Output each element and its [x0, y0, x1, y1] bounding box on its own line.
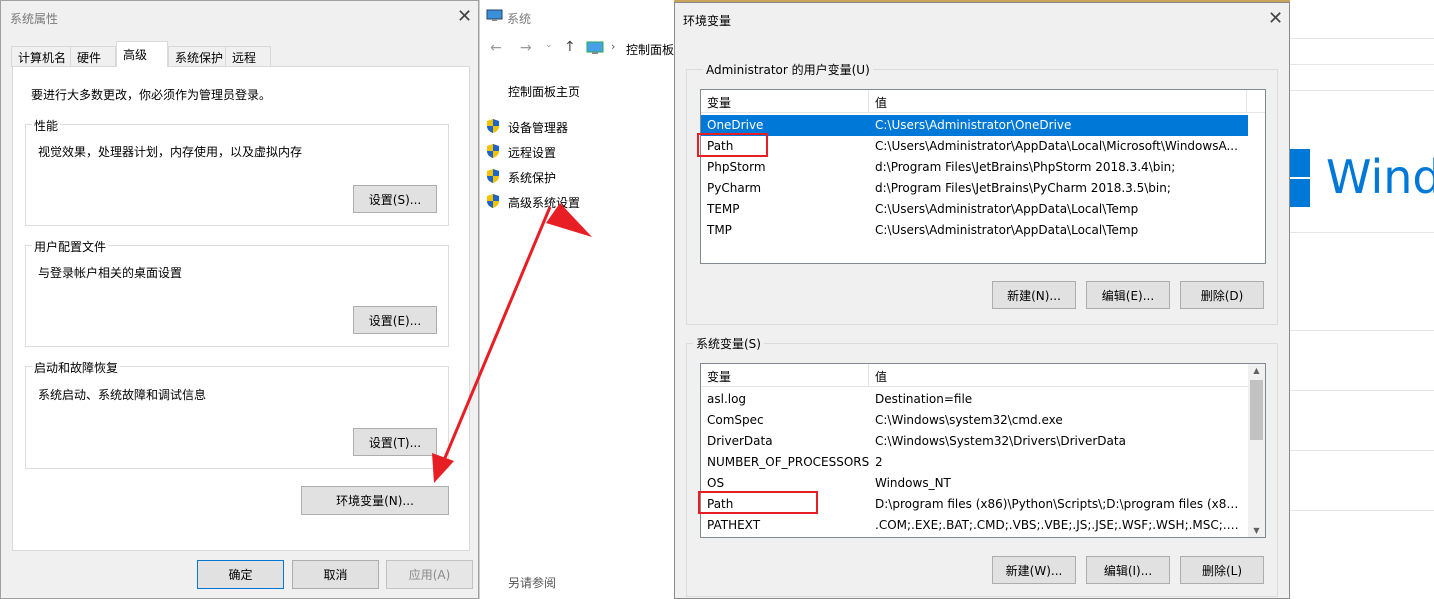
- forward-arrow-icon[interactable]: →: [520, 40, 532, 56]
- control-panel-home-link[interactable]: 控制面板主页: [508, 83, 580, 100]
- list-header: 变量 值: [701, 90, 1265, 113]
- remote-settings-link[interactable]: 远程设置: [508, 144, 556, 161]
- vertical-scrollbar[interactable]: ▲ ▼: [1248, 364, 1265, 537]
- ok-button[interactable]: 确定: [197, 560, 284, 589]
- value-column-header[interactable]: 值: [875, 94, 887, 111]
- list-item[interactable]: asl.log Destination=file: [701, 389, 1246, 410]
- system-edit-button[interactable]: 编辑(I)...: [1086, 556, 1170, 584]
- performance-group: 性能 视觉效果，处理器计划，内存使用，以及虚拟内存 设置(S)...: [25, 117, 449, 226]
- system-variables-group: 系统变量(S) 变量 值 asl.log Destination=file Com…: [686, 335, 1278, 597]
- environment-variables-button[interactable]: 环境变量(N)...: [301, 486, 449, 515]
- startup-recovery-group: 启动和故障恢复 系统启动、系统故障和调试信息 设置(T)...: [25, 359, 449, 469]
- system-info-background: Wind: [1284, 0, 1434, 599]
- user-delete-button[interactable]: 删除(D): [1180, 281, 1264, 309]
- performance-label: 性能: [32, 117, 61, 134]
- scroll-down-icon[interactable]: ▼: [1248, 526, 1265, 535]
- performance-desc: 视觉效果，处理器计划，内存使用，以及虚拟内存: [38, 145, 303, 159]
- shield-icon: [487, 169, 499, 183]
- tab-computer-name[interactable]: 计算机名: [11, 46, 71, 67]
- value-column-header[interactable]: 值: [875, 368, 887, 385]
- user-variables-label: Administrator 的用户变量(U): [703, 61, 873, 78]
- back-arrow-icon[interactable]: ←: [490, 40, 502, 56]
- arrow-head-down-icon: [432, 453, 454, 483]
- list-item[interactable]: Path C:\Users\Administrator\AppData\Local…: [701, 136, 1248, 157]
- system-properties-window: 系统属性 ✕ 计算机名 硬件 高级 系统保护 远程 要进行大多数更改，你必须作为…: [0, 0, 479, 599]
- tab-advanced[interactable]: 高级: [116, 41, 168, 67]
- user-profiles-desc: 与登录帐户相关的桌面设置: [38, 266, 183, 280]
- list-item[interactable]: OneDrive C:\Users\Administrator\OneDrive: [701, 115, 1248, 136]
- user-profiles-label: 用户配置文件: [32, 238, 109, 255]
- device-manager-link[interactable]: 设备管理器: [508, 119, 568, 136]
- tab-remote[interactable]: 远程: [225, 46, 271, 67]
- list-item[interactable]: TMP C:\Users\Administrator\AppData\Local\…: [701, 220, 1248, 241]
- list-item[interactable]: DriverData C:\Windows\System32\Drivers\Dr…: [701, 431, 1246, 452]
- system-new-button[interactable]: 新建(W)...: [992, 556, 1076, 584]
- startup-recovery-label: 启动和故障恢复: [32, 359, 121, 376]
- user-edit-button[interactable]: 编辑(E)...: [1086, 281, 1170, 309]
- window-title: 环境变量: [683, 14, 732, 28]
- shield-icon: [487, 144, 499, 158]
- user-new-button[interactable]: 新建(N)...: [992, 281, 1076, 309]
- window-title: 系统: [507, 12, 532, 26]
- system-protection-link[interactable]: 系统保护: [508, 169, 556, 186]
- list-item[interactable]: PATHEXT .COM;.EXE;.BAT;.CMD;.VBS;.VBE;.JS…: [701, 515, 1246, 536]
- close-icon[interactable]: ✕: [457, 8, 472, 26]
- control-panel-icon: [586, 41, 604, 55]
- startup-recovery-desc: 系统启动、系统故障和调试信息: [38, 388, 207, 402]
- cancel-button[interactable]: 取消: [292, 560, 379, 589]
- list-header: 变量 值: [701, 364, 1265, 387]
- breadcrumb-chevron-icon: ›: [611, 40, 616, 53]
- arrow-head-up-icon: [546, 203, 592, 237]
- user-path-highlight: [697, 133, 768, 157]
- system-delete-button[interactable]: 删除(L): [1180, 556, 1264, 584]
- user-variables-list[interactable]: 变量 值 OneDrive C:\Users\Administrator\OneD…: [700, 89, 1266, 264]
- apply-button[interactable]: 应用(A): [386, 560, 473, 589]
- scrollbar-thumb[interactable]: [1250, 380, 1263, 440]
- breadcrumb[interactable]: 控制面板: [626, 41, 674, 58]
- up-arrow-icon[interactable]: ↑: [564, 39, 576, 55]
- system-variables-label: 系统变量(S): [693, 335, 764, 352]
- user-profiles-group: 用户配置文件 与登录帐户相关的桌面设置 设置(E)...: [25, 238, 449, 347]
- window-title: 系统属性: [10, 12, 59, 26]
- annotation-arrows: [432, 203, 592, 483]
- list-item[interactable]: PyCharm d:\Program Files\JetBrains\PyChar…: [701, 178, 1248, 199]
- see-also-label: 另请参阅: [508, 576, 557, 590]
- scroll-up-icon[interactable]: ▲: [1248, 366, 1265, 375]
- list-item[interactable]: PhpStorm d:\Program Files\JetBrains\PhpSt…: [701, 157, 1248, 178]
- windows-logo-text: Wind: [1326, 150, 1434, 204]
- list-item[interactable]: ComSpec C:\Windows\system32\cmd.exe: [701, 410, 1246, 431]
- variable-column-header[interactable]: 变量: [707, 368, 731, 385]
- variable-column-header[interactable]: 变量: [707, 94, 731, 111]
- computer-icon: [486, 9, 503, 22]
- list-item[interactable]: NUMBER_OF_PROCESSORS 2: [701, 452, 1246, 473]
- admin-notice: 要进行大多数更改，你必须作为管理员登录。: [31, 88, 272, 102]
- recent-dropdown-icon[interactable]: ⌄: [545, 40, 553, 50]
- user-variables-group: Administrator 的用户变量(U) 变量 值 OneDrive C:\U…: [686, 61, 1278, 325]
- tab-hardware[interactable]: 硬件: [70, 46, 116, 67]
- shield-icon: [487, 119, 499, 133]
- arrow-line-to-env-button: [440, 206, 552, 466]
- tab-system-protection[interactable]: 系统保护: [168, 46, 226, 67]
- close-icon[interactable]: ✕: [1268, 10, 1283, 28]
- advanced-tab-panel: 要进行大多数更改，你必须作为管理员登录。 性能 视觉效果，处理器计划，内存使用，…: [12, 66, 470, 551]
- list-item[interactable]: TEMP C:\Users\Administrator\AppData\Local…: [701, 199, 1248, 220]
- system-path-highlight: [698, 491, 818, 514]
